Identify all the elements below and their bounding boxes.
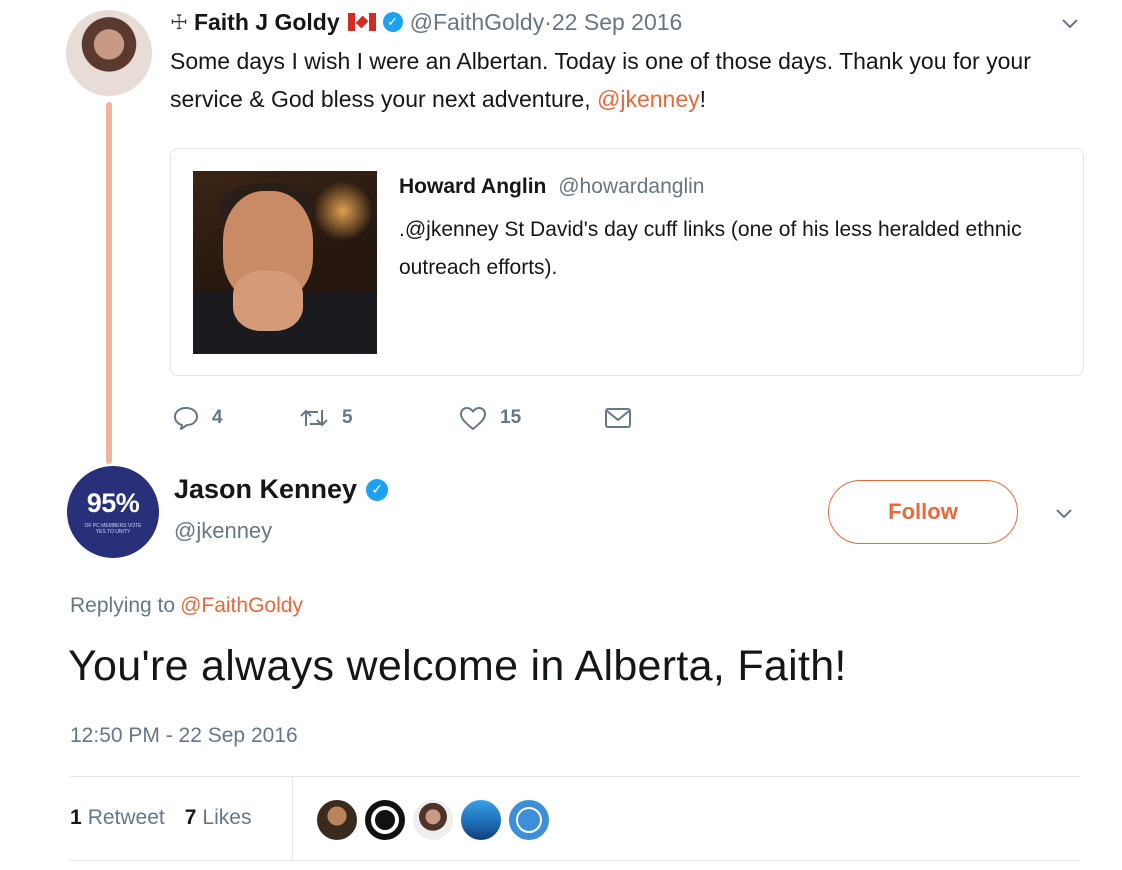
liker-avatar[interactable] bbox=[315, 798, 359, 842]
envelope-icon bbox=[605, 408, 631, 428]
avatar-percent-text: 95% bbox=[86, 488, 140, 518]
follow-button[interactable]: Follow bbox=[828, 480, 1018, 544]
like-total: 7 bbox=[184, 806, 197, 829]
liker-avatar[interactable] bbox=[507, 798, 551, 842]
main-author-name[interactable]: Jason Kenney bbox=[174, 474, 357, 505]
main-tweet-timestamp[interactable]: 12:50 PM - 22 Sep 2016 bbox=[70, 724, 298, 748]
retweet-label: Retweet bbox=[87, 806, 165, 829]
main-author-name-row: Jason Kenney ✓ bbox=[174, 474, 389, 505]
parent-author-name[interactable]: Faith J Goldy bbox=[194, 9, 340, 36]
reply-icon bbox=[174, 407, 198, 430]
quoted-tweet-header: Howard Anglin @howardanglin bbox=[399, 175, 704, 199]
stats-divider-top bbox=[70, 776, 1080, 777]
retweet-icon bbox=[300, 409, 328, 427]
quoted-tweet-text: .@jkenney St David's day cuff links (one… bbox=[399, 218, 1022, 279]
main-author-handle[interactable]: @jkenney bbox=[174, 518, 272, 544]
liker-avatars bbox=[315, 798, 551, 842]
direct-message-action[interactable] bbox=[604, 407, 632, 429]
quoted-tweet-photo[interactable] bbox=[193, 171, 377, 354]
like-action[interactable]: 15 bbox=[458, 405, 604, 431]
reply-action[interactable]: 4 bbox=[172, 405, 298, 431]
parent-tweet-header: ☩ Faith J Goldy ✓ @FaithGoldy · 22 Sep 2… bbox=[170, 6, 682, 38]
quoted-author-handle: @howardanglin bbox=[558, 175, 705, 198]
like-count: 15 bbox=[500, 407, 522, 428]
liker-avatar[interactable] bbox=[459, 798, 503, 842]
parent-tweet-text-end: ! bbox=[699, 86, 707, 112]
liker-avatar[interactable] bbox=[411, 798, 455, 842]
main-tweet-menu-chevron-down-icon[interactable] bbox=[1048, 498, 1080, 530]
replying-to-handle-link[interactable]: @FaithGoldy bbox=[180, 594, 303, 617]
canada-flag-icon bbox=[347, 13, 376, 31]
reply-count: 4 bbox=[212, 407, 223, 428]
verified-badge-icon: ✓ bbox=[382, 12, 403, 32]
retweet-action[interactable]: 5 bbox=[298, 405, 458, 431]
stats-divider-bottom bbox=[70, 860, 1080, 861]
quoted-author-name: Howard Anglin bbox=[399, 175, 547, 198]
parent-tweet-menu-chevron-down-icon[interactable] bbox=[1054, 8, 1086, 40]
retweets-stat[interactable]: 1 Retweet bbox=[70, 806, 165, 830]
stats-divider-vertical bbox=[292, 777, 293, 860]
cross-icon: ☩ bbox=[170, 11, 188, 34]
parent-tweet-actions: 4 5 15 bbox=[172, 400, 632, 436]
thread-connector-line bbox=[106, 102, 112, 464]
date-separator: · bbox=[544, 8, 552, 35]
retweet-total: 1 bbox=[70, 806, 82, 829]
likes-stat[interactable]: 7 Likes bbox=[185, 806, 252, 830]
verified-badge-icon: ✓ bbox=[366, 478, 389, 501]
heart-icon bbox=[460, 407, 486, 430]
parent-tweet-date[interactable]: 22 Sep 2016 bbox=[552, 9, 682, 36]
jason-kenney-avatar[interactable]: 95% OF PC MEMBERS VOTE YES TO UNITY bbox=[67, 466, 159, 558]
replying-to-line: Replying to @FaithGoldy bbox=[70, 594, 303, 618]
retweet-count: 5 bbox=[342, 407, 353, 428]
quoted-tweet-card[interactable]: Howard Anglin @howardanglin .@jkenney St… bbox=[170, 148, 1084, 376]
engagement-stats: 1 Retweet 7 Likes bbox=[70, 806, 251, 830]
parent-author-handle[interactable]: @FaithGoldy bbox=[410, 9, 545, 36]
likes-label: Likes bbox=[202, 806, 252, 829]
photo-hand bbox=[233, 271, 303, 331]
main-tweet-text: You're always welcome in Alberta, Faith! bbox=[68, 642, 847, 690]
mention-link[interactable]: @jkenney bbox=[597, 86, 700, 112]
liker-avatar[interactable] bbox=[363, 798, 407, 842]
photo-light-glow bbox=[313, 181, 373, 241]
avatar-subtext: OF PC MEMBERS VOTE YES TO UNITY bbox=[84, 523, 142, 535]
faith-goldy-avatar[interactable] bbox=[66, 10, 152, 96]
parent-tweet-text: Some days I wish I were an Albertan. Tod… bbox=[170, 42, 1070, 118]
replying-to-label: Replying to bbox=[70, 594, 176, 617]
